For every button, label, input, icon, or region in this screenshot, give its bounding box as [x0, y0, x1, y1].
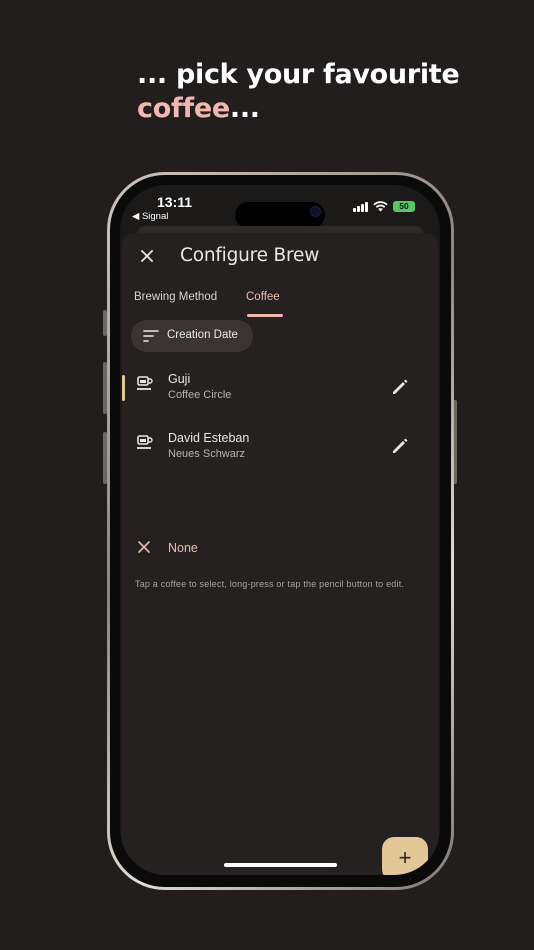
- status-icons: 50: [353, 201, 415, 212]
- headline-accent: coffee: [137, 93, 230, 124]
- camera-icon: [310, 206, 321, 217]
- tab-brewing-method[interactable]: Brewing Method: [134, 291, 217, 303]
- sort-chip[interactable]: Creation Date: [131, 320, 253, 352]
- add-coffee-button[interactable]: +: [382, 837, 428, 875]
- headline: ... pick your favourite coffee...: [137, 58, 517, 126]
- none-label: None: [168, 541, 198, 555]
- configure-brew-sheet: Configure Brew Brewing Method Coffee Cre…: [122, 233, 438, 875]
- none-option[interactable]: None: [122, 535, 438, 565]
- phone-screen: 13:11 ◀ Signal 50 Configure Brew Brewing…: [120, 185, 440, 875]
- home-indicator[interactable]: [224, 863, 337, 867]
- status-time: 13:11: [157, 194, 193, 210]
- wifi-icon: [373, 201, 388, 212]
- coffee-roaster: Neues Schwarz: [168, 448, 246, 460]
- headline-line2: coffee...: [137, 92, 517, 126]
- back-to-app-link[interactable]: ◀ Signal: [132, 211, 168, 222]
- coffee-name: David Esteban: [168, 431, 250, 445]
- coffee-list-item[interactable]: David Esteban Neues Schwarz: [122, 428, 438, 478]
- coffee-name: Guji: [168, 372, 191, 386]
- headline-line1: ... pick your favourite: [137, 59, 460, 90]
- pencil-icon[interactable]: [388, 434, 412, 458]
- coffee-roaster: Coffee Circle: [168, 389, 232, 401]
- battery-icon: 50: [393, 201, 415, 212]
- coffee-cup-icon: [137, 376, 153, 390]
- coffee-cup-icon: [137, 435, 153, 449]
- close-icon: [138, 541, 150, 553]
- cellular-signal-icon: [353, 201, 368, 212]
- selected-indicator: [122, 375, 125, 401]
- close-icon[interactable]: [137, 246, 157, 266]
- hint-text: Tap a coffee to select, long-press or ta…: [135, 579, 405, 589]
- pencil-icon[interactable]: [388, 375, 412, 399]
- headline-suffix: ...: [229, 93, 260, 124]
- sort-icon: [143, 330, 159, 342]
- tab-indicator: [247, 314, 283, 317]
- coffee-list-item[interactable]: Guji Coffee Circle: [122, 369, 438, 419]
- sort-label: Creation Date: [167, 329, 238, 341]
- sheet-title: Configure Brew: [180, 245, 320, 266]
- tab-coffee[interactable]: Coffee: [246, 291, 280, 303]
- plus-icon: +: [398, 845, 412, 870]
